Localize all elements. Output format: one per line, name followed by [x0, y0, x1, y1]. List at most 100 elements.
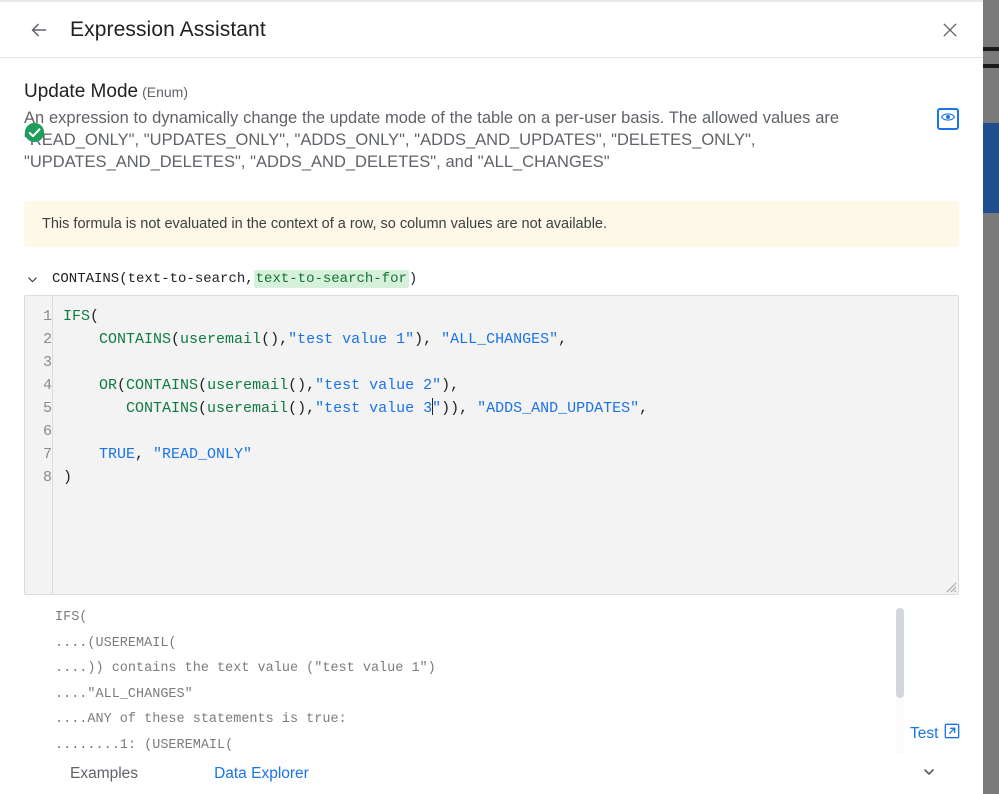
- code-function-name: CONTAINS: [126, 377, 199, 394]
- explanation-line: ....(USEREMAIL(: [55, 635, 177, 651]
- editor-line-number: 2: [42, 331, 52, 348]
- expression-preview-zone: IFS( ....(USEREMAIL( ....)) contains the t…: [0, 605, 983, 765]
- code-function-name: IFS: [63, 308, 91, 325]
- code-function-name: CONTAINS: [126, 400, 199, 417]
- editor-line-number: 8: [42, 469, 52, 486]
- expression-editor[interactable]: 12345678 IFS( CONTAINS(useremail(),"test…: [24, 295, 959, 595]
- editor-line: ): [63, 466, 958, 489]
- context-warning-text: This formula is not evaluated in the con…: [42, 216, 608, 232]
- explanation-line: ....ANY of these statements is true:: [55, 712, 347, 727]
- code-plain: ),: [441, 377, 460, 394]
- chevron-down-icon: [921, 764, 937, 785]
- code-string-literal: "ALL_CHANGES": [441, 331, 559, 348]
- dialog-panel: Expression Assistant Update Mode(Enum): [0, 0, 983, 794]
- close-icon: [940, 20, 960, 40]
- test-link-label: Test: [910, 724, 939, 742]
- property-description: An expression to dynamically change the …: [24, 109, 840, 171]
- code-plain: [63, 400, 126, 417]
- code-plain: )),: [441, 400, 478, 417]
- property-info: Update Mode (Enum) An expression to dynam…: [0, 58, 983, 173]
- code-plain: (: [171, 331, 181, 348]
- browser-scrollbar-thumb[interactable]: [983, 123, 999, 213]
- explanation-line: ...."ALL_CHANGES": [55, 686, 193, 702]
- test-expression-link[interactable]: Test: [910, 723, 960, 744]
- code-plain: (: [117, 377, 127, 394]
- code-function-name: useremail: [207, 400, 289, 417]
- validation-status-icon: [24, 122, 45, 143]
- code-plain: ,: [639, 400, 649, 417]
- dialog-body: Update Mode (Enum) An expression to dynam…: [0, 58, 983, 765]
- dialog-footer: Examples Data Explorer: [0, 754, 983, 794]
- preview-scrollbar[interactable]: [896, 608, 904, 763]
- editor-line: CONTAINS(useremail(),"test value 1"), "A…: [63, 328, 958, 351]
- code-plain: [63, 331, 99, 348]
- eye-icon: [940, 110, 956, 128]
- expand-panel-button[interactable]: [919, 764, 939, 784]
- code-plain: (),: [288, 377, 316, 394]
- editor-line-number: 7: [42, 446, 52, 463]
- code-keyword: TRUE: [99, 446, 136, 463]
- code-string-literal: ": [432, 400, 442, 417]
- external-link-icon: [944, 723, 960, 744]
- dialog-title: Expression Assistant: [70, 17, 266, 41]
- code-plain: ,: [558, 331, 568, 348]
- code-string-literal: "test value 3: [315, 400, 433, 417]
- code-function-name: OR: [99, 377, 118, 394]
- code-function-name: useremail: [207, 377, 289, 394]
- code-string-literal: "test value 2": [315, 377, 442, 394]
- signature-function-name: CONTAINS(: [52, 271, 128, 287]
- signature-close-paren: ): [408, 271, 418, 287]
- code-string-literal: "READ_ONLY": [153, 446, 253, 463]
- scrollbar-mark-lower: [983, 64, 999, 68]
- dialog-header: Expression Assistant: [0, 2, 983, 58]
- signature-param-2-active: text-to-search-for: [253, 270, 409, 288]
- code-plain: ,: [135, 446, 154, 463]
- editor-code-area[interactable]: IFS( CONTAINS(useremail(),"test value 1"…: [53, 296, 958, 594]
- expression-assistant-dialog: Expression Assistant Update Mode(Enum): [0, 0, 999, 794]
- editor-line-number: 3: [42, 354, 52, 371]
- property-texts: Update Mode (Enum) An expression to dynam…: [24, 80, 923, 173]
- editor-line: TRUE, "READ_ONLY": [63, 443, 958, 466]
- code-function-name: useremail: [180, 331, 262, 348]
- signature-param-1: text-to-search,: [127, 271, 254, 287]
- code-string-literal: "test value 1": [288, 331, 415, 348]
- chevron-down-icon[interactable]: [24, 271, 40, 287]
- editor-gutter: 1 2 3 4 5 6 7 8: [25, 296, 53, 594]
- property-name: Update Mode: [24, 81, 139, 102]
- editor-line: CONTAINS(useremail(),"test value 3")), "…: [63, 397, 958, 420]
- code-plain: (: [198, 400, 208, 417]
- code-plain: [63, 446, 99, 463]
- arrow-left-icon: [28, 19, 50, 41]
- preview-scrollbar-thumb[interactable]: [896, 608, 904, 698]
- tab-examples[interactable]: Examples: [70, 765, 138, 783]
- code-plain: (: [198, 377, 208, 394]
- resize-grip-icon[interactable]: [943, 579, 957, 593]
- code-function-name: CONTAINS: [99, 331, 172, 348]
- property-heading-row: Update Mode (Enum): [24, 80, 923, 104]
- context-warning-banner: This formula is not evaluated in the con…: [24, 201, 959, 247]
- code-string-literal: "ADDS_AND_UPDATES": [477, 400, 640, 417]
- editor-line-number: 1: [42, 308, 52, 325]
- code-plain: [63, 377, 99, 394]
- code-plain: (: [90, 308, 100, 325]
- close-button[interactable]: [933, 13, 967, 47]
- editor-line: IFS(: [63, 305, 958, 328]
- editor-line-number: 6: [42, 423, 52, 440]
- editor-line-number: 5: [42, 400, 52, 417]
- expression-explanation: IFS( ....(USEREMAIL( ....)) contains the t…: [55, 605, 890, 765]
- tab-data-explorer[interactable]: Data Explorer: [214, 765, 309, 783]
- code-plain: (),: [261, 331, 289, 348]
- editor-line-number: 4: [42, 377, 52, 394]
- function-signature-hint: CONTAINS(text-to-search, text-to-search-…: [24, 269, 959, 289]
- preview-toggle-button[interactable]: [937, 108, 959, 130]
- code-plain: ): [63, 469, 73, 486]
- code-plain: (),: [288, 400, 316, 417]
- browser-scrollbar[interactable]: [983, 0, 999, 794]
- editor-line: OR(CONTAINS(useremail(),"test value 2"),: [63, 374, 958, 397]
- back-button[interactable]: [22, 13, 56, 47]
- explanation-line: IFS(: [55, 610, 88, 625]
- explanation-line: ....)) contains the text value ("test va…: [55, 661, 436, 676]
- code-plain: ),: [414, 331, 442, 348]
